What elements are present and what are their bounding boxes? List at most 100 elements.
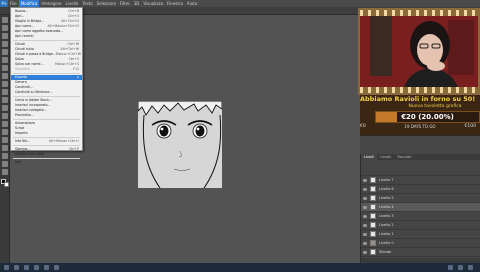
artwork-canvas[interactable] [138, 101, 222, 188]
start-icon[interactable] [4, 265, 9, 270]
menu-item-stampa-copia[interactable]: Stampa una copia Alt+Maiusc+Ctrl+P [11, 152, 82, 157]
blur-tool-icon[interactable] [1, 113, 8, 119]
clone-stamp-tool-icon[interactable] [1, 81, 8, 87]
menu-item-info-file[interactable]: Info file... Alt+Maiusc+Ctrl+I [11, 139, 82, 144]
layer-row[interactable]: Livello 3 [361, 212, 480, 221]
menu-item-condividi-behance[interactable]: Condividi su Behance... [11, 90, 82, 95]
eraser-tool-icon[interactable] [1, 97, 8, 103]
layer-row-selected[interactable]: Livello 4 [361, 203, 480, 212]
donation-max-label: €100 [464, 124, 476, 129]
string-lights-decoration [360, 87, 478, 93]
menu-item-pacchetto[interactable]: Pacchetto... [11, 113, 82, 118]
menu-item-apri-recenti[interactable]: Apri recenti [11, 34, 82, 39]
menu-finestra[interactable]: Finestra [165, 0, 185, 7]
tab-canali[interactable]: Canali [377, 154, 394, 160]
type-tool-icon[interactable] [1, 137, 8, 143]
layer-thumbnail [370, 177, 376, 183]
donation-goal-widget: Abbiamo Ravioli in forno su 50! Nuova ta… [360, 95, 480, 135]
system-tray-icon[interactable] [448, 265, 453, 270]
marquee-tool-icon[interactable] [1, 25, 8, 31]
pen-tool-icon[interactable] [1, 129, 8, 135]
menu-3d[interactable]: 3D [132, 0, 142, 7]
tools-panel [0, 15, 10, 263]
webcam-overlay [358, 8, 480, 95]
eye-icon[interactable] [363, 232, 367, 236]
zoom-tool-icon[interactable] [1, 169, 8, 175]
menu-testo[interactable]: Testo [80, 0, 94, 7]
layer-thumbnail [370, 213, 376, 219]
task-view-icon[interactable] [24, 265, 29, 270]
layer-thumbnail [370, 249, 376, 255]
explorer-icon[interactable] [34, 265, 39, 270]
photoshop-taskbar-icon[interactable] [54, 265, 59, 270]
history-panel [360, 135, 480, 154]
photoshop-logo-icon: Ps [0, 0, 8, 7]
layer-thumbnail [370, 231, 376, 237]
layer-row[interactable]: Livello 6 [361, 185, 480, 194]
eye-icon[interactable] [363, 187, 367, 191]
browser-icon[interactable] [44, 265, 49, 270]
eye-icon[interactable] [363, 241, 367, 245]
menu-bar: Ps File Modifica Immagine Livello Testo … [0, 0, 480, 7]
donation-subtitle: Nuova tavoletta grafica [408, 104, 462, 109]
path-selection-tool-icon[interactable] [1, 145, 8, 151]
menu-separator [13, 40, 80, 41]
photoshop-window: Ps File Modifica Immagine Livello Testo … [0, 0, 480, 272]
eyedropper-tool-icon[interactable] [1, 57, 8, 63]
menu-separator [13, 119, 80, 120]
healing-brush-tool-icon[interactable] [1, 65, 8, 71]
menu-separator [13, 73, 80, 74]
layer-thumbnail [370, 240, 376, 246]
layers-controls [361, 160, 480, 176]
eye-icon[interactable] [363, 196, 367, 200]
tab-livelli[interactable]: Livelli [361, 154, 378, 160]
menu-item-importa[interactable]: Importa [11, 131, 82, 136]
donation-marquee: Abbiamo Ravioli in forno su 50! [360, 95, 476, 103]
crop-tool-icon[interactable] [1, 49, 8, 55]
layer-row[interactable]: Livello 5 [361, 194, 480, 203]
background-color-swatch[interactable] [4, 182, 9, 187]
hand-tool-icon[interactable] [1, 161, 8, 167]
donation-progress-text: €20 (20.00%) [401, 113, 454, 121]
menu-file[interactable]: File [8, 0, 19, 7]
lasso-tool-icon[interactable] [1, 33, 8, 39]
shape-tool-icon[interactable] [1, 153, 8, 159]
donation-min-label: €0 [360, 124, 366, 129]
magic-wand-tool-icon[interactable] [1, 41, 8, 47]
layer-thumbnail [370, 222, 376, 228]
dodge-tool-icon[interactable] [1, 121, 8, 127]
menu-visualizza[interactable]: Visualizza [141, 0, 165, 7]
menu-separator [13, 137, 80, 138]
menu-aiuto[interactable]: Aiuto [185, 0, 199, 7]
menu-filtro[interactable]: Filtro [118, 0, 132, 7]
menu-selezione[interactable]: Selezione [95, 0, 118, 7]
history-brush-tool-icon[interactable] [1, 89, 8, 95]
menu-modifica[interactable]: Modifica [18, 0, 40, 7]
windows-taskbar [0, 263, 480, 272]
menu-item-esci[interactable]: Esci Ctrl+Q [11, 160, 82, 165]
move-tool-icon[interactable] [1, 17, 8, 23]
layer-row[interactable]: Livello 7 [361, 176, 480, 185]
tab-tracciati[interactable]: Tracciati [394, 154, 415, 160]
menu-immagine[interactable]: Immagine [39, 0, 63, 7]
menu-livello[interactable]: Livello [64, 0, 81, 7]
gradient-tool-icon[interactable] [1, 105, 8, 111]
eye-icon[interactable] [363, 205, 367, 209]
layers-panel: Livelli Canali Tracciati Livello 7 Livel… [360, 154, 480, 263]
layer-row[interactable]: Livello 1 [361, 230, 480, 239]
string-lights-decoration [360, 10, 478, 16]
eye-icon[interactable] [363, 223, 367, 227]
clock-icon [458, 265, 463, 270]
notifications-icon[interactable] [468, 265, 473, 270]
layer-row[interactable]: Livello 2 [361, 221, 480, 230]
eye-icon[interactable] [363, 178, 367, 182]
menu-separator [13, 145, 80, 146]
submenu-arrow-icon: ▸ [77, 75, 79, 79]
eye-icon[interactable] [363, 214, 367, 218]
eye-icon[interactable] [363, 250, 367, 254]
document-canvas-area[interactable] [84, 15, 360, 263]
layer-row[interactable]: Livello 0 [361, 239, 480, 248]
search-icon[interactable] [14, 265, 19, 270]
brush-tool-icon[interactable] [1, 73, 8, 79]
layer-row[interactable]: Sfondo [361, 248, 480, 257]
